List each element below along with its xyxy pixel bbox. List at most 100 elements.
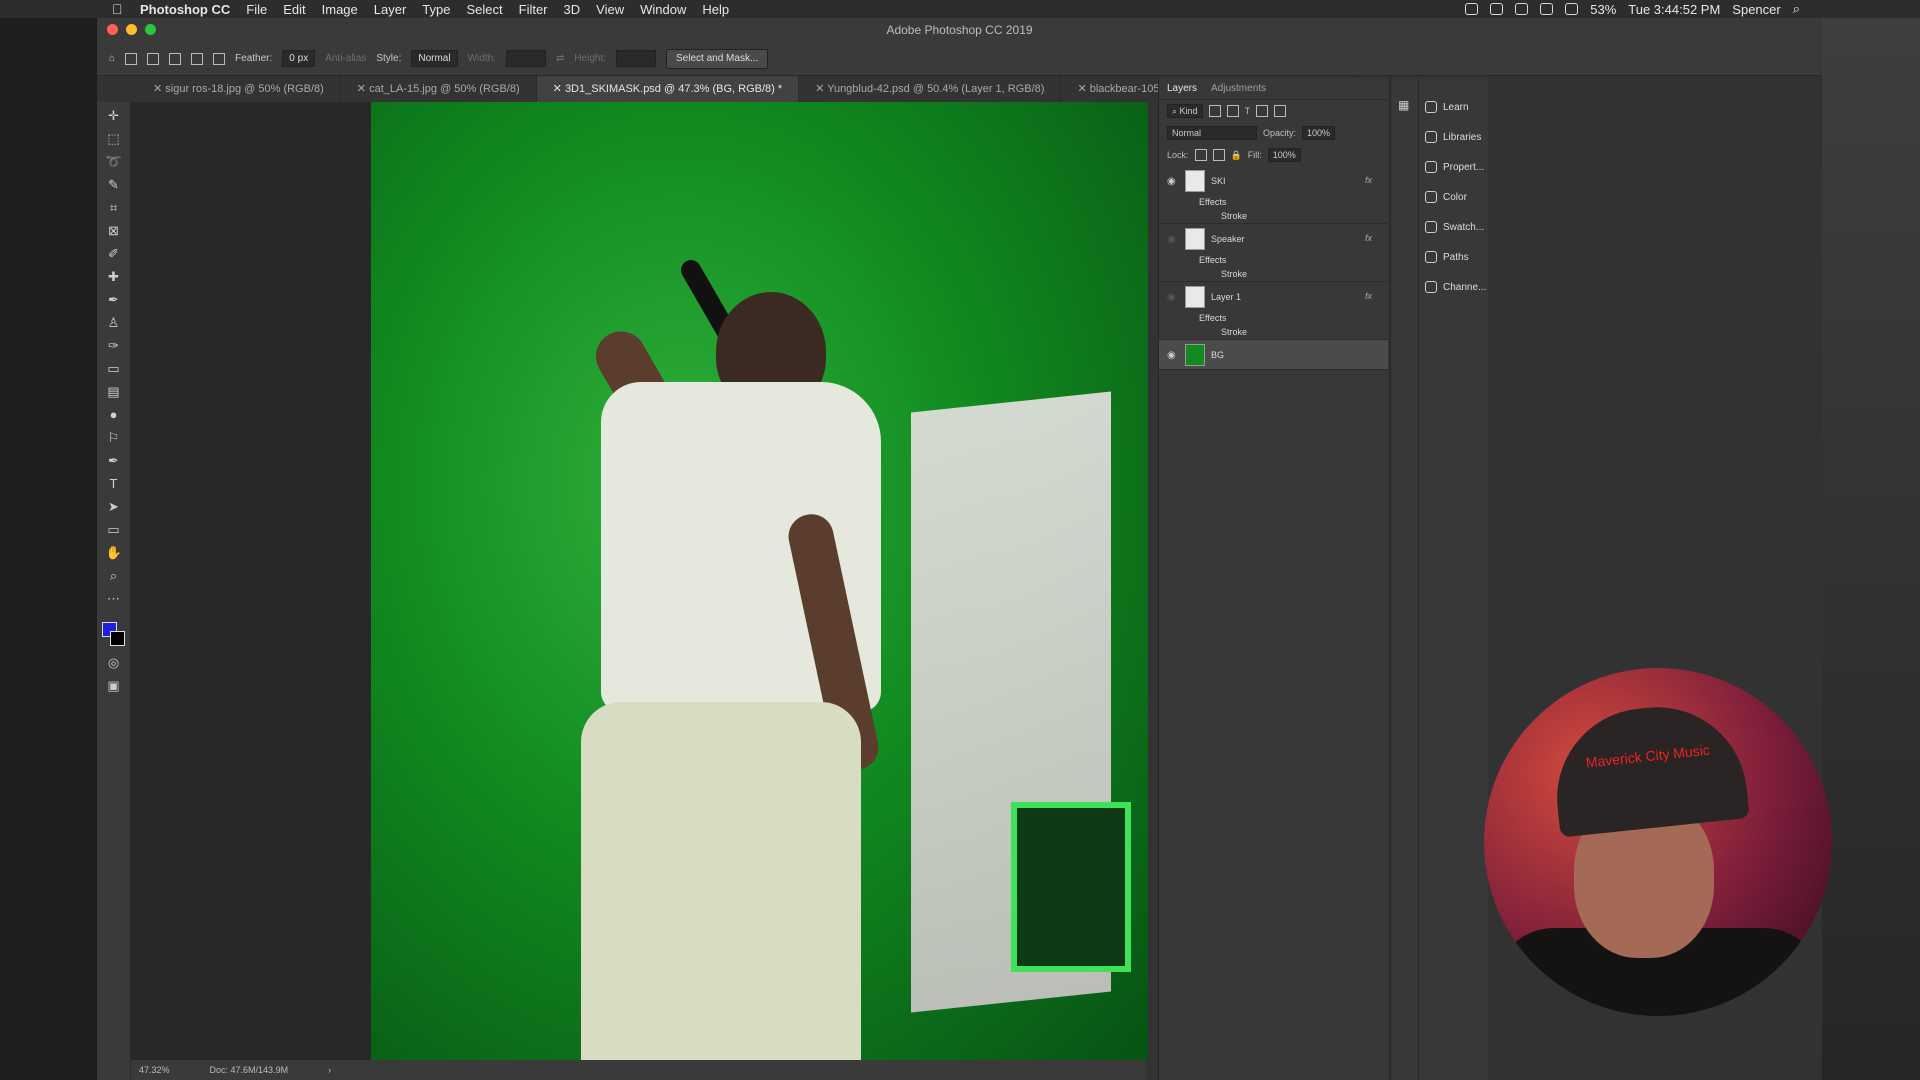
panel-properties[interactable]: Propert...	[1419, 152, 1488, 182]
marquee-tool-icon[interactable]: ⬚	[106, 131, 122, 147]
tab-layers[interactable]: Layers	[1167, 83, 1197, 94]
home-icon[interactable]: ⌂	[109, 53, 115, 64]
dropbox-icon[interactable]	[1490, 3, 1504, 15]
screen-mode-icon[interactable]: ▣	[106, 678, 122, 694]
tab-cat-la[interactable]: ✕ cat_LA-15.jpg @ 50% (RGB/8)	[340, 76, 537, 102]
layer-row[interactable]: ◉ Speaker fx Effects Stroke	[1159, 224, 1388, 282]
volume-icon[interactable]	[1565, 3, 1579, 15]
visibility-eye-icon[interactable]: ◉	[1167, 292, 1176, 303]
wifi-icon[interactable]	[1540, 3, 1554, 15]
fx-icon[interactable]: fx	[1365, 175, 1372, 185]
kind-filter-select[interactable]: ⌕ Kind	[1167, 104, 1203, 118]
gradient-tool-icon[interactable]: ▤	[106, 384, 122, 400]
menu-view[interactable]: View	[596, 2, 624, 17]
tab-sigur-ros[interactable]: ✕ sigur ros-18.jpg @ 50% (RGB/8)	[137, 76, 341, 102]
zoom-level[interactable]: 47.32%	[139, 1065, 170, 1075]
feather-input[interactable]: 0 px	[282, 50, 316, 67]
style-select[interactable]: Normal	[411, 50, 458, 67]
adjustment-filter-icon[interactable]	[1226, 105, 1239, 117]
apple-icon[interactable]: 	[112, 1, 123, 17]
menu-app[interactable]: Photoshop CC	[140, 2, 230, 17]
visibility-eye-icon[interactable]: ◉	[1167, 234, 1176, 245]
panel-color[interactable]: Color	[1419, 182, 1488, 212]
intersect-selection-icon[interactable]	[213, 52, 226, 65]
close-window-button[interactable]	[107, 24, 118, 35]
zoom-window-button[interactable]	[145, 24, 156, 35]
frame-tool-icon[interactable]: ⊠	[106, 223, 122, 239]
quick-mask-icon[interactable]: ◎	[106, 655, 122, 671]
effects-label[interactable]: Effects	[1199, 255, 1226, 265]
smart-filter-icon[interactable]	[1274, 105, 1287, 117]
menu-layer[interactable]: Layer	[374, 2, 407, 17]
fx-icon[interactable]: fx	[1365, 233, 1372, 243]
layer-name[interactable]: Speaker	[1211, 234, 1245, 244]
new-selection-icon[interactable]	[147, 52, 160, 65]
stroke-label[interactable]: Stroke	[1221, 327, 1247, 337]
lasso-tool-icon[interactable]: ➰	[106, 154, 122, 170]
select-and-mask-button[interactable]: Select and Mask...	[666, 48, 769, 69]
effects-label[interactable]: Effects	[1199, 313, 1226, 323]
blur-tool-icon[interactable]: ●	[106, 407, 122, 423]
document-canvas[interactable]	[371, 102, 1148, 1060]
tab-adjustments[interactable]: Adjustments	[1211, 83, 1266, 94]
quick-select-tool-icon[interactable]: ✎	[106, 177, 122, 193]
minimize-window-button[interactable]	[126, 24, 137, 35]
fx-icon[interactable]: fx	[1365, 291, 1372, 301]
canvas-area[interactable]	[131, 102, 1148, 1060]
stroke-label[interactable]: Stroke	[1221, 211, 1247, 221]
color-swatches[interactable]	[101, 622, 126, 648]
lock-all-icon[interactable]: 🔒	[1231, 150, 1242, 161]
menu-help[interactable]: Help	[702, 2, 729, 17]
layer-row[interactable]: ◉ Layer 1 fx Effects Stroke	[1159, 282, 1388, 340]
menu-window[interactable]: Window	[640, 2, 686, 17]
antialias-checkbox[interactable]: Anti-alias	[325, 53, 366, 64]
pen-tool-icon[interactable]: ✒	[106, 453, 122, 469]
healing-tool-icon[interactable]: ✚	[106, 269, 122, 285]
effects-label[interactable]: Effects	[1199, 197, 1226, 207]
height-input[interactable]	[616, 50, 657, 67]
menu-image[interactable]: Image	[322, 2, 358, 17]
background-color[interactable]	[109, 631, 125, 646]
chevron-right-icon[interactable]: ›	[328, 1065, 331, 1075]
hand-tool-icon[interactable]: ✋	[106, 545, 122, 561]
spotlight-icon[interactable]: ⌕	[1793, 1, 1800, 17]
path-select-tool-icon[interactable]: ➤	[106, 499, 122, 515]
panel-swatches[interactable]: Swatch...	[1419, 212, 1488, 242]
menubar-clock[interactable]: Tue 3:44:52 PM	[1628, 2, 1720, 17]
shape-filter-icon[interactable]	[1256, 105, 1269, 117]
menu-type[interactable]: Type	[422, 2, 450, 17]
rectangle-tool-icon[interactable]: ▭	[106, 522, 122, 538]
menu-file[interactable]: File	[246, 2, 267, 17]
opacity-input[interactable]: 100%	[1302, 126, 1336, 140]
tab-yungblud[interactable]: ✕ Yungblud-42.psd @ 50.4% (Layer 1, RGB/…	[799, 76, 1062, 102]
layer-name[interactable]: BG	[1211, 350, 1224, 360]
doc-size[interactable]: Doc: 47.6M/143.9M	[210, 1065, 289, 1075]
type-filter-icon[interactable]: T	[1245, 106, 1251, 116]
panel-libraries[interactable]: Libraries	[1419, 122, 1488, 152]
visibility-eye-icon[interactable]: ◉	[1167, 350, 1176, 361]
eraser-tool-icon[interactable]: ▭	[106, 361, 122, 377]
more-tools-icon[interactable]: ⋯	[106, 591, 122, 607]
history-brush-icon[interactable]: ✑	[106, 338, 122, 354]
crop-tool-icon[interactable]: ⌗	[106, 200, 122, 216]
history-panel-icon[interactable]: ▦	[1398, 98, 1411, 112]
menubar-user[interactable]: Spencer	[1732, 2, 1780, 17]
stamp-tool-icon[interactable]: ♙	[106, 315, 122, 331]
dodge-tool-icon[interactable]: ⚐	[106, 430, 122, 446]
bluetooth-icon[interactable]	[1515, 3, 1529, 15]
menu-3d[interactable]: 3D	[564, 2, 581, 17]
blend-mode-select[interactable]: Normal	[1167, 126, 1257, 140]
record-icon[interactable]	[1465, 3, 1479, 15]
lock-position-icon[interactable]	[1212, 149, 1225, 161]
move-tool-icon[interactable]: ✛	[106, 108, 122, 124]
marquee-preset-icon[interactable]	[125, 52, 138, 65]
lock-pixels-icon[interactable]	[1194, 149, 1207, 161]
brush-tool-icon[interactable]: ✒	[106, 292, 122, 308]
menu-edit[interactable]: Edit	[283, 2, 305, 17]
menu-select[interactable]: Select	[466, 2, 502, 17]
panel-paths[interactable]: Paths	[1419, 242, 1488, 272]
zoom-tool-icon[interactable]: ⌕	[106, 568, 122, 584]
layer-row[interactable]: ◉ SKI fx Effects Stroke	[1159, 166, 1388, 224]
pixel-filter-icon[interactable]	[1208, 105, 1221, 117]
stroke-label[interactable]: Stroke	[1221, 269, 1247, 279]
